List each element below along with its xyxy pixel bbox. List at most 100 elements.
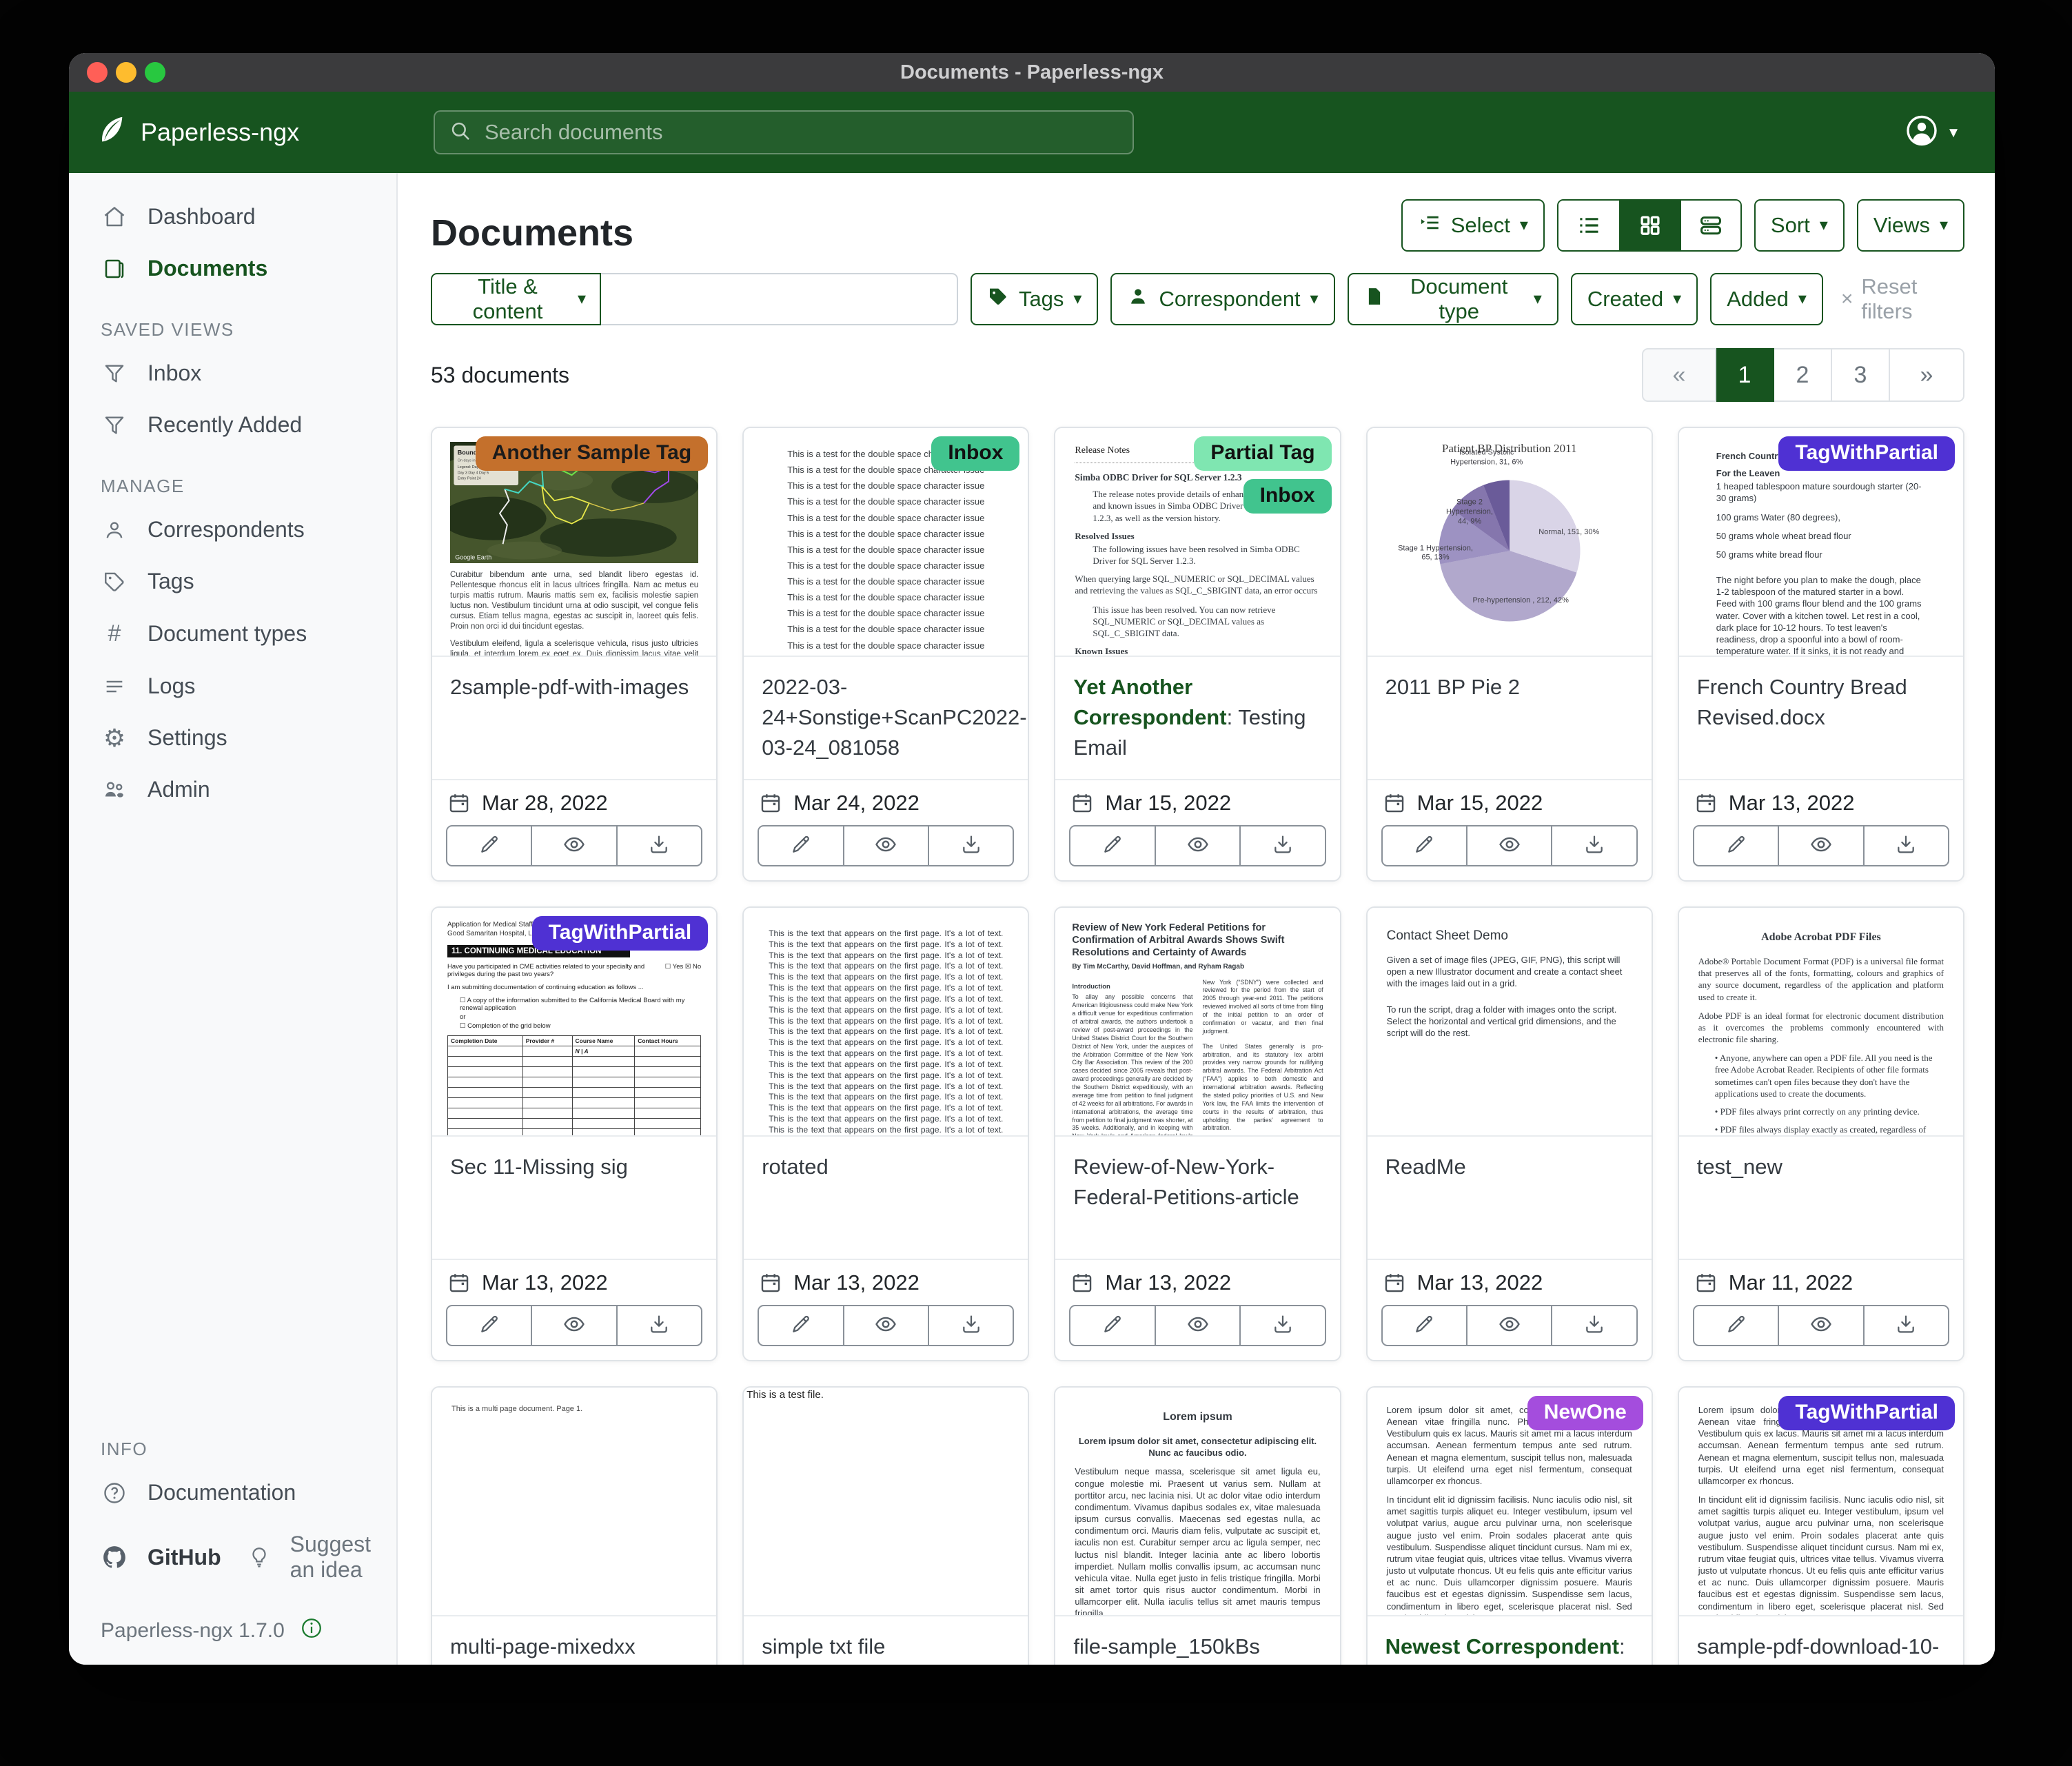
card-title[interactable]: simple txt file bbox=[744, 1616, 1028, 1665]
card-thumbnail[interactable]: This is a multi page document. Page 1. bbox=[432, 1388, 716, 1616]
view-button[interactable] bbox=[1778, 825, 1864, 866]
sidebar-item-documentation[interactable]: Documentation bbox=[69, 1467, 396, 1519]
edit-button[interactable] bbox=[758, 825, 844, 866]
download-button[interactable] bbox=[1551, 1305, 1637, 1346]
tag-badge[interactable]: Partial Tag bbox=[1194, 436, 1331, 471]
tag-badge[interactable]: NewOne bbox=[1527, 1396, 1643, 1430]
pagination-page-2[interactable]: 2 bbox=[1774, 348, 1832, 402]
correspondent-filter-button[interactable]: Correspondent ▾ bbox=[1110, 273, 1334, 325]
select-button[interactable]: Select ▾ bbox=[1401, 199, 1545, 252]
card-title[interactable]: French Country Bread Revised.docx bbox=[1679, 657, 1963, 779]
card-thumbnail[interactable]: Adobe Acrobat PDF FilesAdobe® Portable D… bbox=[1679, 908, 1963, 1137]
tag-badge[interactable]: TagWithPartial bbox=[1778, 436, 1955, 471]
sidebar-item-admin[interactable]: Admin bbox=[69, 764, 396, 815]
card-thumbnail[interactable]: Release NotesSimba ODBC Driver for SQL S… bbox=[1055, 428, 1339, 657]
sidebar-item-documents[interactable]: Documents bbox=[69, 243, 396, 294]
card-title[interactable]: Review-of-New-York-Federal-Petitions-art… bbox=[1055, 1137, 1339, 1259]
created-filter-button[interactable]: Created ▾ bbox=[1571, 273, 1698, 325]
view-button[interactable] bbox=[531, 825, 617, 866]
tag-badge[interactable]: TagWithPartial bbox=[1778, 1396, 1955, 1430]
view-button[interactable] bbox=[1466, 825, 1552, 866]
card-thumbnail[interactable]: This is the text that appears on the fir… bbox=[744, 908, 1028, 1137]
card-thumbnail[interactable]: Lorem ipsumLorem ipsum dolor sit amet, c… bbox=[1055, 1388, 1339, 1616]
sidebar-item-inbox[interactable]: Inbox bbox=[69, 347, 396, 399]
download-button[interactable] bbox=[1863, 825, 1949, 866]
card-title[interactable]: 2sample-pdf-with-images bbox=[432, 657, 716, 779]
pagination-prev-button[interactable]: « bbox=[1642, 348, 1716, 402]
edit-button[interactable] bbox=[758, 1305, 844, 1346]
download-button[interactable] bbox=[1863, 1305, 1949, 1346]
view-button[interactable] bbox=[843, 825, 929, 866]
tag-badge[interactable]: Another Sample Tag bbox=[476, 436, 708, 471]
card-title[interactable]: Newest Correspondent: f...combinado bbox=[1368, 1616, 1652, 1665]
card-thumbnail[interactable]: Lorem ipsum dolor sit amet, consectetur … bbox=[1679, 1388, 1963, 1616]
download-button[interactable] bbox=[928, 825, 1014, 866]
sidebar-item-tags[interactable]: Tags bbox=[69, 556, 396, 607]
download-button[interactable] bbox=[1551, 825, 1637, 866]
card-thumbnail[interactable]: Lorem ipsum dolor sit amet, consectetur … bbox=[1368, 1388, 1652, 1616]
edit-button[interactable] bbox=[1381, 825, 1467, 866]
brand[interactable]: Paperless-ngx bbox=[97, 114, 299, 152]
card-title[interactable]: multi-page-mixedxx bbox=[432, 1616, 716, 1665]
card-title[interactable]: test_new bbox=[1679, 1137, 1963, 1259]
info-icon[interactable] bbox=[300, 1616, 323, 1645]
card-thumbnail[interactable]: Review of New York Federal Petitions for… bbox=[1055, 908, 1339, 1137]
edit-button[interactable] bbox=[446, 1305, 532, 1346]
sidebar-item-recently-added[interactable]: Recently Added bbox=[69, 399, 396, 451]
minimize-window-button[interactable] bbox=[116, 62, 136, 83]
card-thumbnail[interactable]: Boundary Waters TripOn days in BWCALegen… bbox=[432, 428, 716, 657]
user-menu[interactable]: ▾ bbox=[1905, 114, 1958, 151]
pagination-next-button[interactable]: » bbox=[1890, 348, 1964, 402]
download-button[interactable] bbox=[928, 1305, 1014, 1346]
added-filter-button[interactable]: Added ▾ bbox=[1710, 273, 1823, 325]
filter-field-button[interactable]: Title & content ▾ bbox=[431, 273, 601, 325]
views-button[interactable]: Views ▾ bbox=[1857, 199, 1964, 252]
card-correspondent[interactable]: Newest Correspondent bbox=[1385, 1634, 1619, 1658]
edit-button[interactable] bbox=[1693, 825, 1779, 866]
reset-filters-button[interactable]: × Reset filters bbox=[1841, 274, 1964, 324]
detail-view-button[interactable] bbox=[1680, 201, 1740, 250]
view-button[interactable] bbox=[843, 1305, 929, 1346]
sidebar-item-document-types[interactable]: # Document types bbox=[69, 607, 396, 660]
sidebar-item-github[interactable]: GitHub bbox=[69, 1531, 238, 1583]
edit-button[interactable] bbox=[1381, 1305, 1467, 1346]
close-window-button[interactable] bbox=[87, 62, 108, 83]
card-title[interactable]: Sec 11-Missing sig bbox=[432, 1137, 716, 1259]
tags-filter-button[interactable]: Tags ▾ bbox=[971, 273, 1099, 325]
view-button[interactable] bbox=[531, 1305, 617, 1346]
search-input[interactable] bbox=[485, 120, 1119, 145]
view-button[interactable] bbox=[1155, 825, 1241, 866]
edit-button[interactable] bbox=[1693, 1305, 1779, 1346]
download-button[interactable] bbox=[1239, 825, 1326, 866]
pagination-page-3[interactable]: 3 bbox=[1832, 348, 1890, 402]
card-title[interactable]: sample-pdf-download-10-mb-longer-title bbox=[1679, 1616, 1963, 1665]
card-title[interactable]: Yet Another Correspondent: Testing Email bbox=[1055, 657, 1339, 779]
edit-button[interactable] bbox=[1069, 825, 1155, 866]
card-title[interactable]: ReadMe bbox=[1368, 1137, 1652, 1259]
sidebar-item-correspondents[interactable]: Correspondents bbox=[69, 504, 396, 556]
sort-button[interactable]: Sort ▾ bbox=[1754, 199, 1845, 252]
tag-badge[interactable]: TagWithPartial bbox=[532, 916, 709, 951]
grid-view-button[interactable] bbox=[1619, 201, 1680, 250]
view-button[interactable] bbox=[1466, 1305, 1552, 1346]
document-type-filter-button[interactable]: Document type ▾ bbox=[1348, 273, 1558, 325]
sidebar-item-suggest-idea[interactable]: Suggest an idea bbox=[238, 1519, 396, 1596]
edit-button[interactable] bbox=[446, 825, 532, 866]
card-title[interactable]: file-sample_150kBs bbox=[1055, 1616, 1339, 1665]
card-thumbnail[interactable]: Patient BP Distribution 2011Isolated Sys… bbox=[1368, 428, 1652, 657]
download-button[interactable] bbox=[616, 825, 702, 866]
sidebar-item-logs[interactable]: Logs bbox=[69, 660, 396, 712]
view-button[interactable] bbox=[1778, 1305, 1864, 1346]
card-thumbnail[interactable]: French Country BreadFor the Leaven1 heap… bbox=[1679, 428, 1963, 657]
sidebar-item-settings[interactable]: ⚙ Settings bbox=[69, 712, 396, 764]
card-thumbnail[interactable]: This is a test file. bbox=[744, 1388, 1028, 1616]
card-title[interactable]: 2011 BP Pie 2 bbox=[1368, 657, 1652, 779]
card-correspondent[interactable]: Yet Another Correspondent bbox=[1073, 675, 1226, 729]
filter-query-input[interactable] bbox=[601, 273, 958, 325]
card-thumbnail[interactable]: Application for Medical Staff Membership… bbox=[432, 908, 716, 1137]
card-title[interactable]: 2022-03-24+Sonstige+ScanPC2022-03-24_081… bbox=[744, 657, 1028, 779]
list-view-button[interactable] bbox=[1558, 201, 1619, 250]
tag-badge[interactable]: Inbox bbox=[1243, 479, 1332, 514]
view-button[interactable] bbox=[1155, 1305, 1241, 1346]
sidebar-item-dashboard[interactable]: Dashboard bbox=[69, 191, 396, 243]
